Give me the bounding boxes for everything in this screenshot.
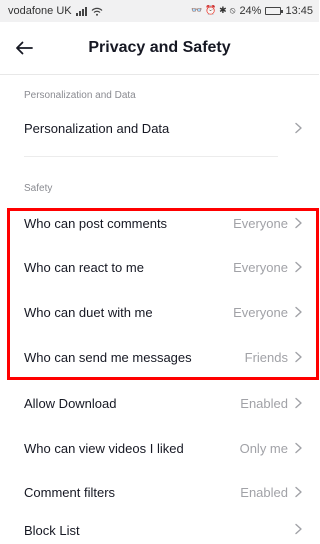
row-comment-filters[interactable]: Comment filters Enabled — [0, 470, 319, 514]
row-right: Everyone — [233, 260, 303, 275]
chevron-right-icon — [295, 351, 302, 363]
row-allow-download[interactable]: Allow Download Enabled — [0, 381, 319, 425]
section-divider — [24, 156, 278, 157]
chevron-right-icon — [295, 306, 302, 318]
row-label: Who can react to me — [24, 259, 144, 275]
row-label: Who can send me messages — [24, 349, 192, 365]
row-right: Friends — [245, 350, 303, 365]
signal-icon — [75, 6, 87, 16]
row-block-list[interactable]: Block List — [0, 514, 319, 544]
status-bar: vodafone UK 👓 ⏰ ✱ ⦸ 24% 13:45 — [0, 0, 319, 22]
section-header-personalization: Personalization and Data — [24, 90, 136, 101]
chevron-right-icon — [295, 442, 302, 454]
chevron-right-icon — [295, 217, 302, 229]
row-label: Who can post comments — [24, 215, 168, 231]
row-value: Only me — [239, 440, 288, 456]
row-value: Enabled — [240, 484, 288, 500]
nav-bar: Privacy and Safety — [0, 22, 319, 74]
row-right: Everyone — [233, 305, 303, 320]
status-left: vodafone UK — [8, 5, 103, 17]
row-right: Enabled — [240, 485, 303, 500]
row-who-can-post-comments[interactable]: Who can post comments Everyone — [0, 201, 319, 245]
row-personalization-and-data[interactable]: Personalization and Data — [0, 106, 319, 150]
chevron-right-icon — [295, 261, 302, 273]
row-value: Friends — [244, 349, 288, 365]
row-label: Allow Download — [24, 395, 117, 411]
row-who-can-view-videos-i-liked[interactable]: Who can view videos I liked Only me — [0, 426, 319, 470]
row-label: Personalization and Data — [24, 120, 170, 136]
row-value: Everyone — [233, 259, 288, 275]
row-who-can-react-to-me[interactable]: Who can react to me Everyone — [0, 245, 319, 289]
page-title: Privacy and Safety — [88, 39, 231, 56]
carrier-label: vodafone UK — [8, 5, 72, 17]
back-button[interactable] — [10, 34, 38, 62]
row-who-can-send-me-messages[interactable]: Who can send me messages Friends — [0, 335, 319, 379]
nav-divider — [0, 74, 319, 75]
wifi-icon — [91, 7, 103, 16]
arrow-left-icon — [16, 41, 33, 55]
row-right: Only me — [240, 441, 303, 456]
row-who-can-duet-with-me[interactable]: Who can duet with me Everyone — [0, 290, 319, 334]
battery-percent: 24% — [239, 5, 262, 17]
chevron-right-icon — [295, 122, 302, 134]
row-right: Everyone — [233, 216, 303, 231]
row-right — [294, 523, 303, 535]
row-label: Block List — [24, 523, 80, 538]
row-right: Enabled — [240, 396, 303, 411]
section-header-safety: Safety — [24, 183, 53, 194]
status-right: 👓 ⏰ ✱ ⦸ 24% 13:45 — [191, 5, 313, 17]
row-right — [294, 122, 303, 134]
clock: 13:45 — [285, 5, 313, 17]
row-label: Who can view videos I liked — [24, 440, 184, 456]
chevron-right-icon — [295, 486, 302, 498]
row-value: Everyone — [233, 304, 288, 320]
battery-icon — [265, 7, 284, 15]
row-value: Enabled — [240, 395, 288, 411]
chevron-right-icon — [295, 523, 302, 535]
row-label: Comment filters — [24, 484, 116, 500]
chevron-right-icon — [295, 397, 302, 409]
row-value: Everyone — [233, 215, 288, 231]
row-label: Who can duet with me — [24, 304, 153, 320]
status-icons: 👓 ⏰ ✱ ⦸ — [191, 6, 236, 16]
